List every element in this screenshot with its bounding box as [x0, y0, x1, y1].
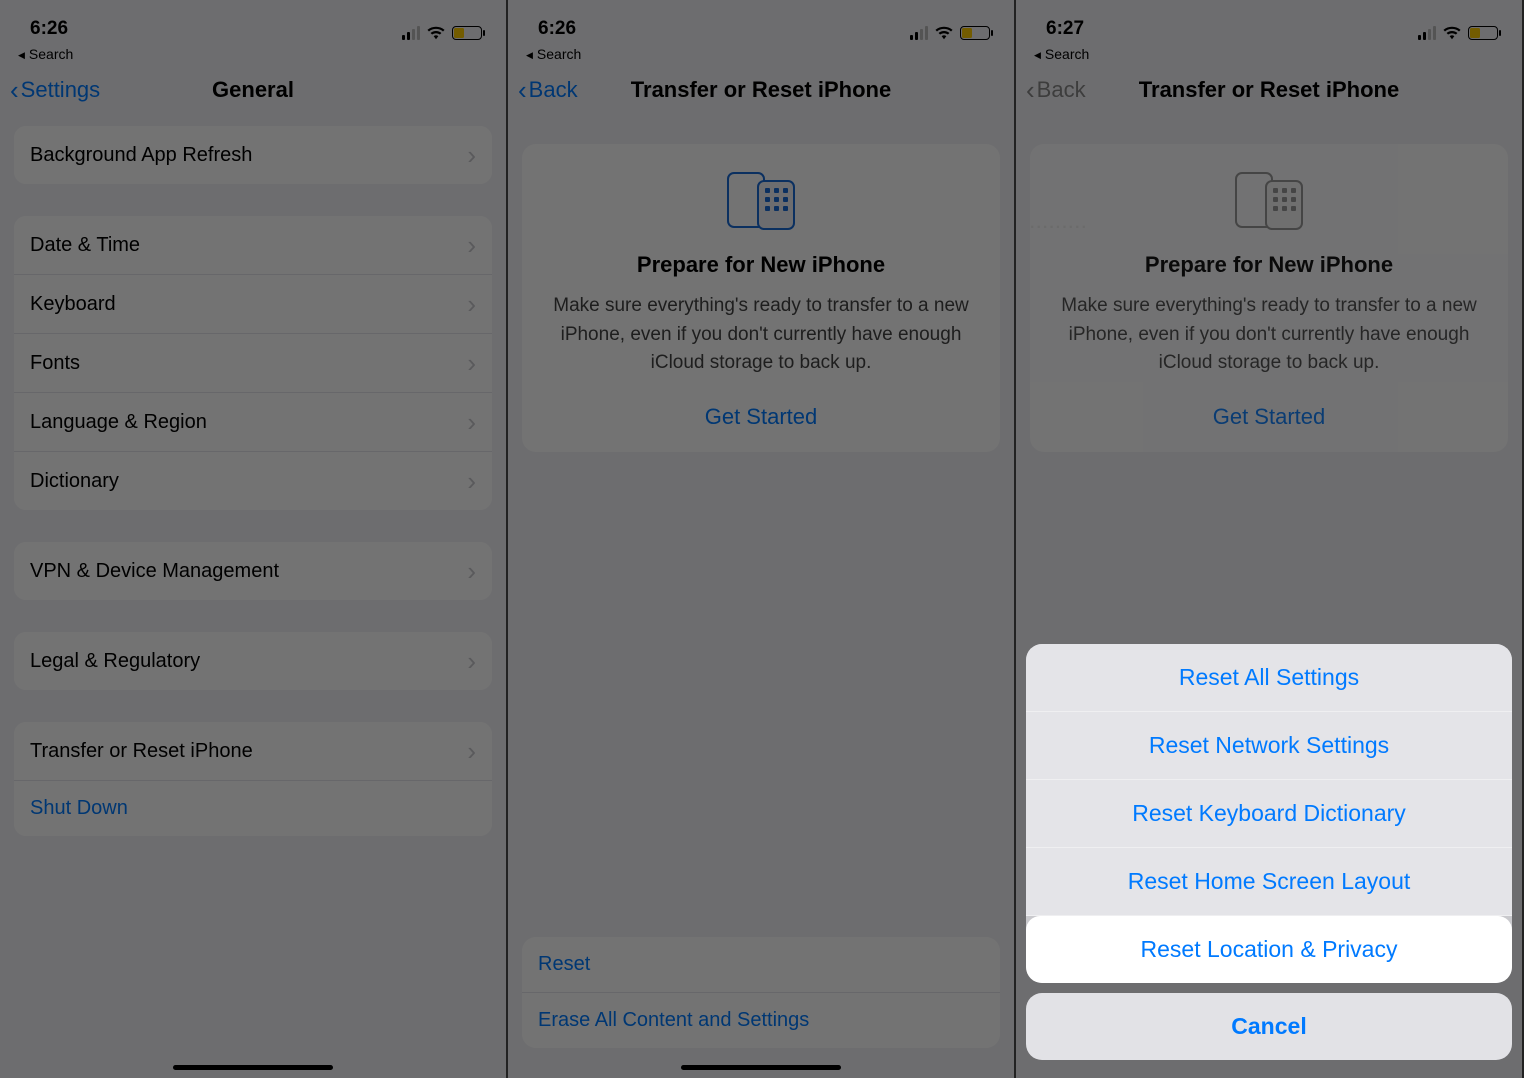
get-started-button[interactable]: Get Started — [546, 404, 976, 430]
devices-icon — [1229, 172, 1309, 232]
battery-icon — [960, 26, 990, 40]
chevron-left-icon: ‹ — [1026, 77, 1035, 103]
row-erase-all[interactable]: Erase All Content and Settings — [522, 993, 1000, 1048]
chevron-right-icon: › — [467, 648, 476, 674]
back-to-app[interactable]: Search — [1016, 44, 1522, 64]
nav-title: General — [212, 77, 294, 103]
chevron-right-icon: › — [467, 350, 476, 376]
nav-bar: ‹ Settings General — [0, 64, 506, 116]
nav-back-button: ‹ Back — [1026, 77, 1086, 103]
wifi-icon — [426, 26, 446, 40]
status-bar: 6:26 — [508, 0, 1014, 44]
nav-bar: ‹ Back Transfer or Reset iPhone — [508, 64, 1014, 116]
card-title: Prepare for New iPhone — [1054, 252, 1484, 278]
row-dictionary[interactable]: Dictionary › — [14, 452, 492, 510]
cellular-signal-icon — [910, 26, 928, 40]
sheet-reset-keyboard-dictionary[interactable]: Reset Keyboard Dictionary — [1026, 780, 1512, 848]
row-label: Erase All Content and Settings — [538, 1009, 809, 1032]
nav-back-button[interactable]: ‹ Settings — [10, 77, 100, 103]
sheet-cancel-button[interactable]: Cancel — [1026, 993, 1512, 1060]
home-indicator[interactable] — [681, 1065, 841, 1070]
row-label: Background App Refresh — [30, 144, 252, 167]
row-label: Reset — [538, 953, 590, 976]
chevron-right-icon: › — [467, 738, 476, 764]
chevron-right-icon: › — [467, 142, 476, 168]
sheet-reset-home-screen-layout[interactable]: Reset Home Screen Layout — [1026, 848, 1512, 916]
row-fonts[interactable]: Fonts › — [14, 334, 492, 393]
status-time: 6:26 — [538, 18, 576, 40]
screen-reset-action-sheet: 6:27 Search ‹ Back Transfer or Reset iPh… — [1016, 0, 1524, 1078]
row-date-time[interactable]: Date & Time › — [14, 216, 492, 275]
nav-back-button[interactable]: ‹ Back — [518, 77, 578, 103]
nav-bar: ‹ Back Transfer or Reset iPhone — [1016, 64, 1522, 116]
screen-general-settings: 6:26 Search ‹ Settings General Backgroun… — [0, 0, 508, 1078]
row-label: Keyboard — [30, 293, 116, 316]
row-label: Language & Region — [30, 411, 207, 434]
nav-title: Transfer or Reset iPhone — [631, 77, 891, 103]
chevron-left-icon: ‹ — [10, 77, 19, 103]
wifi-icon — [1442, 26, 1462, 40]
prepare-new-iphone-card: Prepare for New iPhone Make sure everyth… — [522, 144, 1000, 452]
nav-title: Transfer or Reset iPhone — [1139, 77, 1399, 103]
status-bar: 6:26 — [0, 0, 506, 44]
row-label: Legal & Regulatory — [30, 650, 200, 673]
nav-back-label: Back — [529, 77, 578, 103]
row-label: Date & Time — [30, 234, 140, 257]
row-label: Shut Down — [30, 797, 128, 820]
wifi-icon — [934, 26, 954, 40]
battery-icon — [452, 26, 482, 40]
chevron-left-icon: ‹ — [518, 77, 527, 103]
row-reset[interactable]: Reset — [522, 937, 1000, 993]
nav-back-label: Settings — [21, 77, 101, 103]
row-vpn-device-management[interactable]: VPN & Device Management › — [14, 542, 492, 600]
cellular-signal-icon — [402, 26, 420, 40]
reset-options-list: Reset Erase All Content and Settings — [522, 937, 1000, 1048]
reset-action-sheet: Reset All Settings Reset Network Setting… — [1026, 644, 1512, 1060]
get-started-button[interactable]: Get Started — [1054, 404, 1484, 430]
sheet-reset-all-settings[interactable]: Reset All Settings — [1026, 644, 1512, 712]
screen-transfer-reset: 6:26 Search ‹ Back Transfer or Reset iPh… — [508, 0, 1016, 1078]
row-keyboard[interactable]: Keyboard › — [14, 275, 492, 334]
card-title: Prepare for New iPhone — [546, 252, 976, 278]
chevron-right-icon: › — [467, 232, 476, 258]
row-label: Fonts — [30, 352, 80, 375]
row-shut-down[interactable]: Shut Down — [14, 781, 492, 836]
card-description: Make sure everything's ready to transfer… — [1054, 292, 1484, 378]
back-to-app[interactable]: Search — [0, 44, 506, 64]
row-language-region[interactable]: Language & Region › — [14, 393, 492, 452]
row-label: Dictionary — [30, 470, 119, 493]
sheet-reset-location-privacy[interactable]: Reset Location & Privacy — [1026, 916, 1512, 983]
chevron-right-icon: › — [467, 468, 476, 494]
cellular-signal-icon — [1418, 26, 1436, 40]
sheet-reset-network-settings[interactable]: Reset Network Settings — [1026, 712, 1512, 780]
chevron-right-icon: › — [467, 409, 476, 435]
chevron-right-icon: › — [467, 291, 476, 317]
row-label: Transfer or Reset iPhone — [30, 740, 253, 763]
battery-icon — [1468, 26, 1498, 40]
row-legal-regulatory[interactable]: Legal & Regulatory › — [14, 632, 492, 690]
nav-back-label: Back — [1037, 77, 1086, 103]
devices-icon — [721, 172, 801, 232]
prepare-new-iphone-card: Prepare for New iPhone Make sure everyth… — [1030, 144, 1508, 452]
row-transfer-reset-iphone[interactable]: Transfer or Reset iPhone › — [14, 722, 492, 781]
back-to-app[interactable]: Search — [508, 44, 1014, 64]
row-label: VPN & Device Management — [30, 560, 279, 583]
status-time: 6:26 — [30, 18, 68, 40]
status-time: 6:27 — [1046, 18, 1084, 40]
chevron-right-icon: › — [467, 558, 476, 584]
row-background-app-refresh[interactable]: Background App Refresh › — [14, 126, 492, 184]
status-bar: 6:27 — [1016, 0, 1522, 44]
card-description: Make sure everything's ready to transfer… — [546, 292, 976, 378]
home-indicator[interactable] — [173, 1065, 333, 1070]
